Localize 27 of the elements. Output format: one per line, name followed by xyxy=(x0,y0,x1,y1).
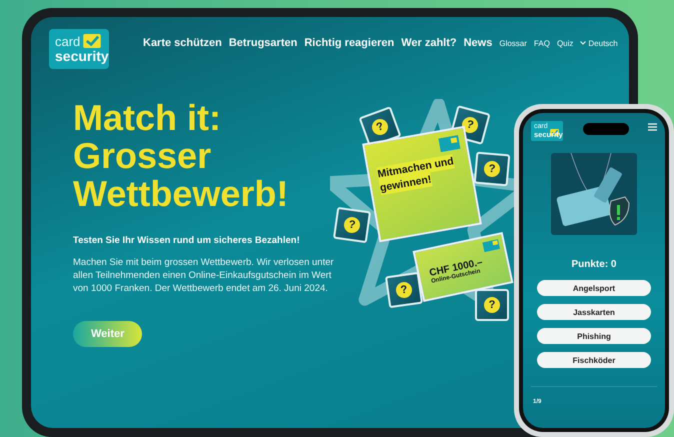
nav-link[interactable]: News xyxy=(464,37,492,49)
caret-icon xyxy=(580,41,586,45)
hero-title: Match it: Grosser Wettbewerb! xyxy=(73,99,290,213)
logo-icon xyxy=(482,239,500,252)
nav-link[interactable]: Quiz xyxy=(556,38,574,48)
nav-link[interactable]: Richtig reagieren xyxy=(304,37,394,49)
answer-button[interactable]: Phishing xyxy=(537,328,651,344)
menu-icon[interactable] xyxy=(648,123,657,131)
nav-link[interactable]: FAQ xyxy=(534,38,550,48)
answer-button[interactable]: Angelsport xyxy=(537,280,651,296)
hero-description: Machen Sie mit beim grossen Wettbewerb. Wir verlosen unter allen Teilnehmenden einen Online-Einkaufsgutschein im Wert von 1000 Franken. Der Wettbewerb endet am 26. Juni 2024. xyxy=(73,256,335,295)
question-card: ? xyxy=(475,289,509,321)
score-label: Punkte: 0 xyxy=(571,259,616,270)
site-logo[interactable]: card security xyxy=(49,29,109,69)
nav-link[interactable]: Glossar xyxy=(499,38,527,48)
nav-link[interactable]: Wer zahlt? xyxy=(401,37,457,49)
card-headline: Mitmachen und gewinnen! xyxy=(376,154,456,196)
nav-link[interactable]: Betrugsarten xyxy=(228,37,298,49)
language-selector[interactable]: Deutsch xyxy=(580,38,618,48)
answer-button[interactable]: Fischköder xyxy=(537,352,651,368)
camera-notch xyxy=(582,123,628,135)
hero-subtitle: Testen Sie Ihr Wissen rund um sicheres Bezahlen! xyxy=(73,235,301,246)
question-card: ? xyxy=(332,206,372,244)
logo-icon xyxy=(438,135,460,152)
answer-button[interactable]: Jasskarten xyxy=(537,304,651,320)
question-card: ? xyxy=(474,152,510,186)
nav-link[interactable]: Karte schützen xyxy=(143,37,222,49)
